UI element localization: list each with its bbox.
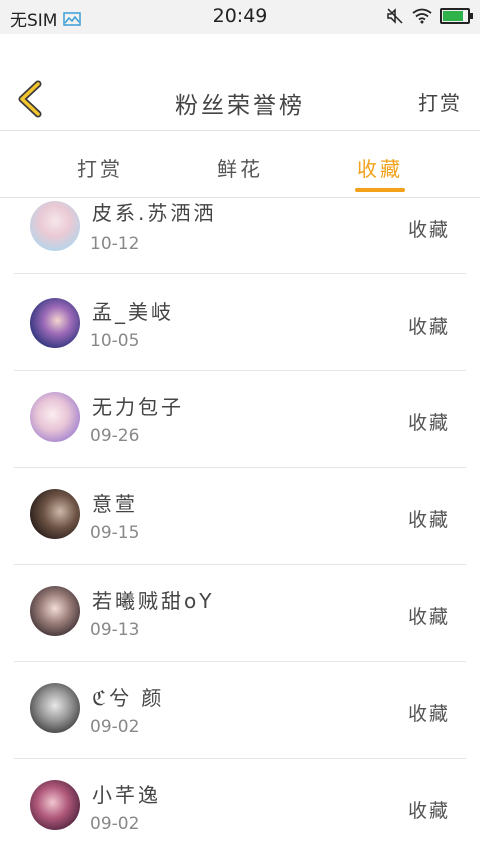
app-header: 粉丝荣誉榜 打赏 bbox=[0, 34, 480, 130]
avatar bbox=[30, 683, 80, 733]
wifi-icon bbox=[412, 8, 432, 24]
fan-name: 皮系.苏洒洒 bbox=[92, 201, 217, 225]
avatar bbox=[30, 298, 80, 348]
status-bar: 无SIM 20:49 bbox=[0, 0, 480, 34]
avatar bbox=[30, 201, 80, 251]
header-reward-button[interactable]: 打赏 bbox=[418, 87, 462, 116]
fan-name: 若曦贼甜oY bbox=[92, 589, 215, 613]
avatar bbox=[30, 489, 80, 539]
tab-reward[interactable]: 打赏 bbox=[60, 153, 140, 182]
page-title: 粉丝荣誉榜 bbox=[175, 93, 305, 119]
list-item[interactable]: 若曦贼甜oY 09-13 收藏 bbox=[14, 565, 466, 662]
status-right bbox=[386, 7, 473, 25]
list-item[interactable]: 孟_美岐 10-05 收藏 bbox=[14, 274, 466, 371]
fan-date: 09-02 bbox=[90, 717, 140, 737]
favorite-label: 收藏 bbox=[407, 800, 450, 822]
fan-list: 皮系.苏洒洒 10-12 收藏 孟_美岐 10-05 收藏 无力包子 09-26… bbox=[0, 198, 480, 854]
battery-icon bbox=[440, 8, 473, 24]
list-item[interactable]: ℭ兮 颜 09-02 收藏 bbox=[14, 662, 466, 759]
avatar bbox=[30, 780, 80, 830]
fan-date: 09-13 bbox=[90, 620, 140, 640]
favorite-label: 收藏 bbox=[407, 316, 450, 338]
fan-name: ℭ兮 颜 bbox=[92, 686, 165, 710]
tab-bar: 打赏 鲜花 收藏 bbox=[0, 131, 480, 197]
tab-active-indicator bbox=[355, 188, 405, 192]
fan-date: 09-26 bbox=[90, 426, 140, 446]
list-item[interactable]: 意萱 09-15 收藏 bbox=[14, 468, 466, 565]
list-item[interactable]: 小芊逸 09-02 收藏 bbox=[14, 759, 466, 854]
tab-favorites[interactable]: 收藏 bbox=[340, 153, 420, 182]
fan-date: 10-05 bbox=[90, 331, 140, 351]
tab-flowers[interactable]: 鲜花 bbox=[200, 153, 280, 182]
avatar bbox=[30, 392, 80, 442]
fan-name: 孟_美岐 bbox=[92, 300, 174, 324]
mute-icon bbox=[387, 8, 403, 24]
fan-name: 小芊逸 bbox=[92, 783, 161, 807]
list-item[interactable]: 皮系.苏洒洒 10-12 收藏 bbox=[14, 198, 466, 274]
fan-date: 10-12 bbox=[90, 234, 140, 254]
favorite-label: 收藏 bbox=[407, 703, 450, 725]
favorite-label: 收藏 bbox=[407, 606, 450, 628]
avatar bbox=[30, 586, 80, 636]
list-item[interactable]: 无力包子 09-26 收藏 bbox=[14, 371, 466, 468]
favorite-label: 收藏 bbox=[407, 219, 450, 241]
fan-date: 09-02 bbox=[90, 814, 140, 834]
favorite-label: 收藏 bbox=[407, 412, 450, 434]
fan-name: 无力包子 bbox=[92, 395, 184, 419]
fan-name: 意萱 bbox=[92, 492, 138, 516]
favorite-label: 收藏 bbox=[407, 509, 450, 531]
fan-date: 09-15 bbox=[90, 523, 140, 543]
